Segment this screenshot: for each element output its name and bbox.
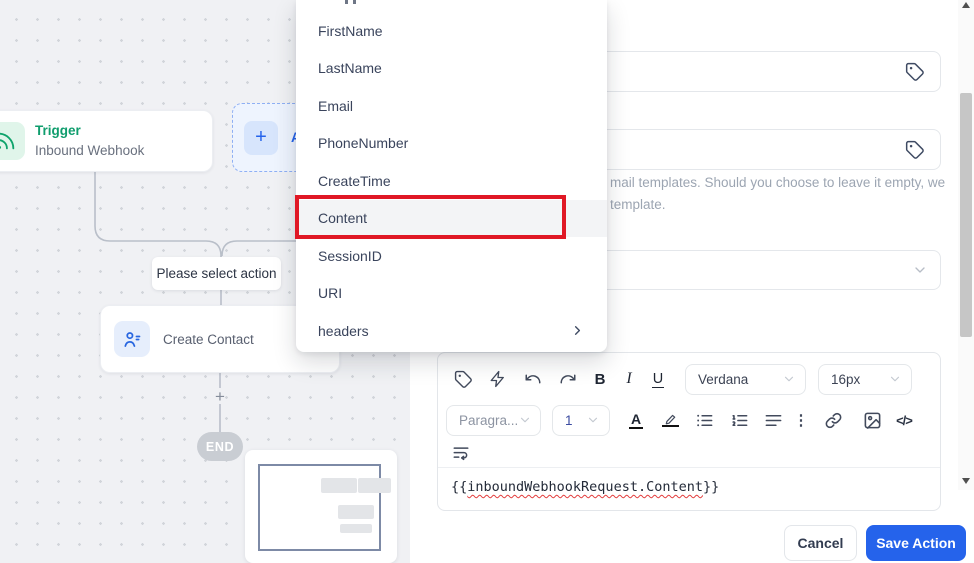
preview-placeholder-bar	[338, 505, 374, 519]
chevron-down-icon	[912, 262, 928, 278]
trigger-node-title: Trigger	[35, 123, 81, 139]
font-size-select[interactable]: 16px	[818, 363, 912, 395]
select-action-pill[interactable]: Please select action	[152, 257, 281, 290]
bold-button[interactable]: B	[585, 371, 615, 388]
preview-placeholder-bar	[358, 478, 391, 493]
create-contact-label: Create Contact	[163, 331, 254, 347]
merge-tag-token: inboundWebhookRequest.Content	[467, 479, 703, 495]
chevron-right-icon	[570, 323, 585, 338]
tag-icon[interactable]	[446, 370, 480, 389]
dropdown-item-lastname[interactable]: LastName	[296, 50, 607, 88]
more-options-icon[interactable]: ⋮	[792, 411, 810, 429]
merge-field-dropdown: FirstName LastName Email PhoneNumber Cre…	[296, 0, 607, 352]
dropdown-item-uri[interactable]: URI	[296, 275, 607, 313]
cancel-button-label: Cancel	[797, 535, 844, 551]
end-badge: END	[197, 432, 243, 461]
line-height-select[interactable]: 1	[552, 404, 610, 436]
font-family-value: Verdana	[698, 371, 749, 387]
dropdown-item-email[interactable]: Email	[296, 87, 607, 125]
dropdown-item-firstname[interactable]: FirstName	[296, 12, 607, 50]
font-size-value: 16px	[831, 371, 861, 387]
template-helper-text: mail templates. Should you choose to lea…	[610, 172, 960, 217]
preview-placeholder-bar	[321, 478, 357, 493]
workflow-builder-screen: Trigger Inbound Webhook + Add Please sel…	[0, 0, 974, 563]
dropdown-item-partial	[345, 0, 359, 4]
rich-text-editor: B I U Verdana 16px Paragra... 1 A ⋮ </> …	[437, 352, 941, 511]
cancel-button[interactable]: Cancel	[784, 525, 857, 561]
dropdown-item-content[interactable]: Content	[296, 199, 607, 237]
tag-icon[interactable]	[905, 140, 925, 160]
scroll-up-arrow-icon[interactable]	[962, 2, 970, 8]
highlight-marker-icon[interactable]	[657, 413, 683, 427]
preview-placeholder-bar	[340, 524, 372, 533]
tag-icon[interactable]	[905, 62, 925, 82]
scroll-down-arrow-icon[interactable]	[962, 478, 970, 484]
paragraph-style-select[interactable]: Paragra...	[446, 404, 541, 436]
underline-button[interactable]: U	[643, 371, 673, 388]
helper-line-2: template.	[610, 197, 666, 213]
select-action-label: Please select action	[156, 266, 277, 281]
chevron-down-icon	[888, 372, 902, 386]
merge-tag-open: {{	[451, 479, 468, 495]
plus-icon: +	[244, 120, 278, 155]
insert-step-plus[interactable]: +	[211, 387, 229, 407]
link-icon[interactable]	[818, 411, 848, 430]
chevron-down-icon	[518, 413, 532, 427]
dropdown-item-phonenumber[interactable]: PhoneNumber	[296, 125, 607, 163]
redo-icon[interactable]	[550, 370, 585, 388]
ordered-list-icon[interactable]	[724, 411, 754, 430]
dropdown-item-sessionid[interactable]: SessionID	[296, 237, 607, 275]
image-icon[interactable]	[857, 411, 887, 430]
bullet-list-icon[interactable]	[689, 411, 719, 430]
editor-content[interactable]: {{inboundWebhookRequest.Content}}	[451, 479, 719, 495]
save-action-button[interactable]: Save Action	[866, 525, 966, 561]
dropdown-item-headers[interactable]: headers	[296, 312, 607, 350]
preview-card[interactable]	[245, 450, 397, 563]
align-icon[interactable]	[758, 411, 788, 430]
zap-icon[interactable]	[480, 370, 515, 388]
italic-button[interactable]: I	[615, 370, 643, 388]
wrap-text-icon[interactable]	[446, 444, 476, 462]
chevron-down-icon	[782, 372, 796, 386]
dropdown-item-createtime[interactable]: CreateTime	[296, 162, 607, 200]
trigger-node[interactable]: Trigger Inbound Webhook	[0, 110, 213, 172]
save-action-button-label: Save Action	[876, 535, 956, 551]
line-height-value: 1	[565, 412, 573, 428]
merge-tag-close: }}	[702, 479, 720, 495]
text-color-button[interactable]: A	[623, 411, 649, 429]
code-view-button[interactable]: </>	[889, 413, 919, 428]
webhook-signal-icon	[0, 122, 25, 160]
trigger-node-subtitle: Inbound Webhook	[35, 143, 145, 158]
panel-scrollbar[interactable]	[958, 0, 974, 490]
undo-icon[interactable]	[515, 370, 550, 388]
contact-person-icon	[114, 321, 150, 357]
chevron-down-icon	[586, 413, 600, 427]
font-family-select[interactable]: Verdana	[685, 363, 806, 395]
helper-line-1: mail templates. Should you choose to lea…	[610, 175, 946, 190]
toolbar-divider	[438, 467, 940, 468]
scrollbar-thumb[interactable]	[960, 93, 972, 337]
paragraph-style-value: Paragra...	[459, 412, 519, 428]
